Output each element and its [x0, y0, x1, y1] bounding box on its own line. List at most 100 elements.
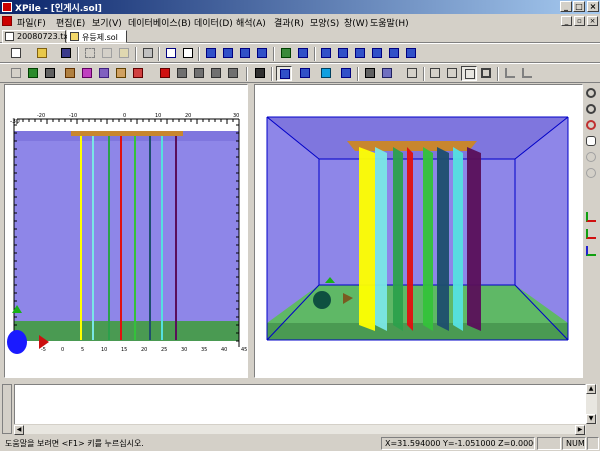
layout-single-button[interactable] [404, 66, 420, 81]
view-2d-button[interactable] [276, 66, 292, 81]
region-button[interactable] [42, 66, 58, 81]
render-button[interactable] [318, 66, 334, 81]
print-button[interactable] [140, 46, 156, 61]
cut-button[interactable] [82, 46, 98, 61]
ruler-label: -10 [69, 113, 77, 119]
zoom-fit-button[interactable] [584, 166, 599, 181]
print-view-button[interactable] [362, 66, 378, 81]
app-icon[interactable] [2, 2, 12, 12]
view-option-2-button[interactable] [335, 46, 351, 61]
zoom-in-icon [586, 88, 596, 98]
perspective-button[interactable] [584, 182, 599, 197]
document-minimize-button[interactable]: _ [561, 16, 572, 26]
document-restore-button[interactable]: ▫ [574, 16, 585, 26]
wireframe-button[interactable] [297, 66, 313, 81]
step-back-button[interactable] [191, 66, 207, 81]
maximize-button[interactable]: □ [573, 1, 585, 12]
tab-sol-file[interactable]: 유등제.sol [67, 30, 127, 43]
view-option-3-button[interactable] [352, 46, 368, 61]
text-tool-button[interactable] [8, 66, 24, 81]
profile-button[interactable] [96, 66, 112, 81]
section-view-2d[interactable]: -30 -20 -10 0 10 20 30 -5 0 5 10 15 20 25 30 35 4… [4, 84, 248, 378]
menu-help[interactable]: 도움말(H) [370, 16, 409, 29]
document-close-button[interactable]: × [587, 16, 598, 26]
scroll-left-icon[interactable]: ◀ [14, 425, 24, 435]
step-button[interactable] [174, 66, 190, 81]
view-option-6-button[interactable] [403, 46, 419, 61]
pan-view-button[interactable] [584, 134, 599, 149]
open-file-button[interactable] [34, 46, 50, 61]
element-button[interactable] [113, 66, 129, 81]
step-forward-button[interactable] [208, 66, 224, 81]
layout-columns-button[interactable] [427, 66, 443, 81]
menu-analysis[interactable]: 해석(A) [236, 16, 266, 29]
minimize-button[interactable]: _ [560, 1, 572, 12]
output-vertical-scrollbar[interactable]: ▲ ▼ [586, 384, 597, 424]
shading-icon [341, 68, 351, 78]
table-view-button[interactable] [295, 46, 311, 61]
scroll-right-icon[interactable]: ▶ [575, 425, 585, 435]
menu-view[interactable]: 보기(V) [92, 16, 122, 29]
spreadsheet-button[interactable] [25, 66, 41, 81]
copy-button[interactable] [99, 46, 115, 61]
arrange-icons-button[interactable] [254, 46, 270, 61]
zoom-prev-button[interactable] [584, 150, 599, 165]
zoom-out-button[interactable] [584, 102, 599, 117]
run-button[interactable] [157, 66, 173, 81]
layout-rows-button[interactable] [444, 66, 460, 81]
zoom-in-button[interactable] [584, 86, 599, 101]
perspective-view-3d[interactable] [254, 84, 583, 378]
view-option-5-button[interactable] [386, 46, 402, 61]
menu-file[interactable]: 파일(F) [17, 16, 46, 29]
cascade-button[interactable] [203, 46, 219, 61]
step-end-button[interactable] [225, 66, 241, 81]
zoom-window-button[interactable] [584, 118, 599, 133]
menu-window[interactable]: 창(W) [344, 16, 368, 29]
window-icon [321, 48, 331, 58]
view-option-1-button[interactable] [318, 46, 334, 61]
layout-quad-button[interactable] [478, 66, 494, 81]
tile-vertical-icon [240, 48, 250, 58]
context-help-button[interactable] [180, 46, 196, 61]
graph-2-button[interactable] [519, 66, 535, 81]
load-button[interactable] [130, 66, 146, 81]
section-button[interactable] [79, 66, 95, 81]
toolbar-separator [273, 47, 275, 61]
output-panel-gripper[interactable] [2, 384, 12, 434]
menu-results[interactable]: 결과(R) [274, 16, 304, 29]
save-button[interactable] [58, 46, 74, 61]
new-file-button[interactable] [8, 46, 24, 61]
layout-split-button[interactable] [461, 66, 477, 81]
document-system-icon[interactable] [2, 16, 12, 26]
export-button[interactable] [379, 66, 395, 81]
section-view-canvas[interactable]: -30 -20 -10 0 10 20 30 -5 0 5 10 15 20 25 30 35 4… [5, 85, 247, 377]
menu-data[interactable]: 데이터(D) [194, 16, 233, 29]
data-view-button[interactable] [278, 46, 294, 61]
layout-split-icon [465, 69, 475, 79]
menu-database[interactable]: 데이터베이스(B) [128, 16, 191, 29]
rotate-x-button[interactable] [584, 210, 599, 225]
perspective-view-canvas[interactable] [255, 85, 582, 377]
paste-button[interactable] [116, 46, 132, 61]
close-button[interactable]: × [587, 1, 599, 12]
lines-icon [280, 69, 290, 79]
scroll-up-icon[interactable]: ▲ [586, 384, 596, 394]
output-horizontal-scrollbar[interactable]: ◀ ▶ [14, 424, 586, 435]
pan-button[interactable] [252, 66, 268, 81]
zoom-fit-icon [586, 168, 596, 178]
view-option-4-button[interactable] [369, 46, 385, 61]
tile-vertical-button[interactable] [237, 46, 253, 61]
menu-shape[interactable]: 모양(S) [310, 16, 339, 29]
menu-edit[interactable]: 편집(E) [56, 16, 85, 29]
help-button[interactable] [163, 46, 179, 61]
printer-icon [143, 48, 153, 58]
rotate-z-button[interactable] [584, 244, 599, 259]
scroll-down-icon[interactable]: ▼ [586, 414, 596, 424]
tile-horizontal-button[interactable] [220, 46, 236, 61]
shading-button[interactable] [338, 66, 354, 81]
soil-layer-button[interactable] [62, 66, 78, 81]
bottom-axis-label: 45 [241, 347, 247, 353]
graph-1-button[interactable] [502, 66, 518, 81]
rotate-y-button[interactable] [584, 227, 599, 242]
tab-20080723-txt[interactable]: 20080723.txt [2, 30, 71, 43]
